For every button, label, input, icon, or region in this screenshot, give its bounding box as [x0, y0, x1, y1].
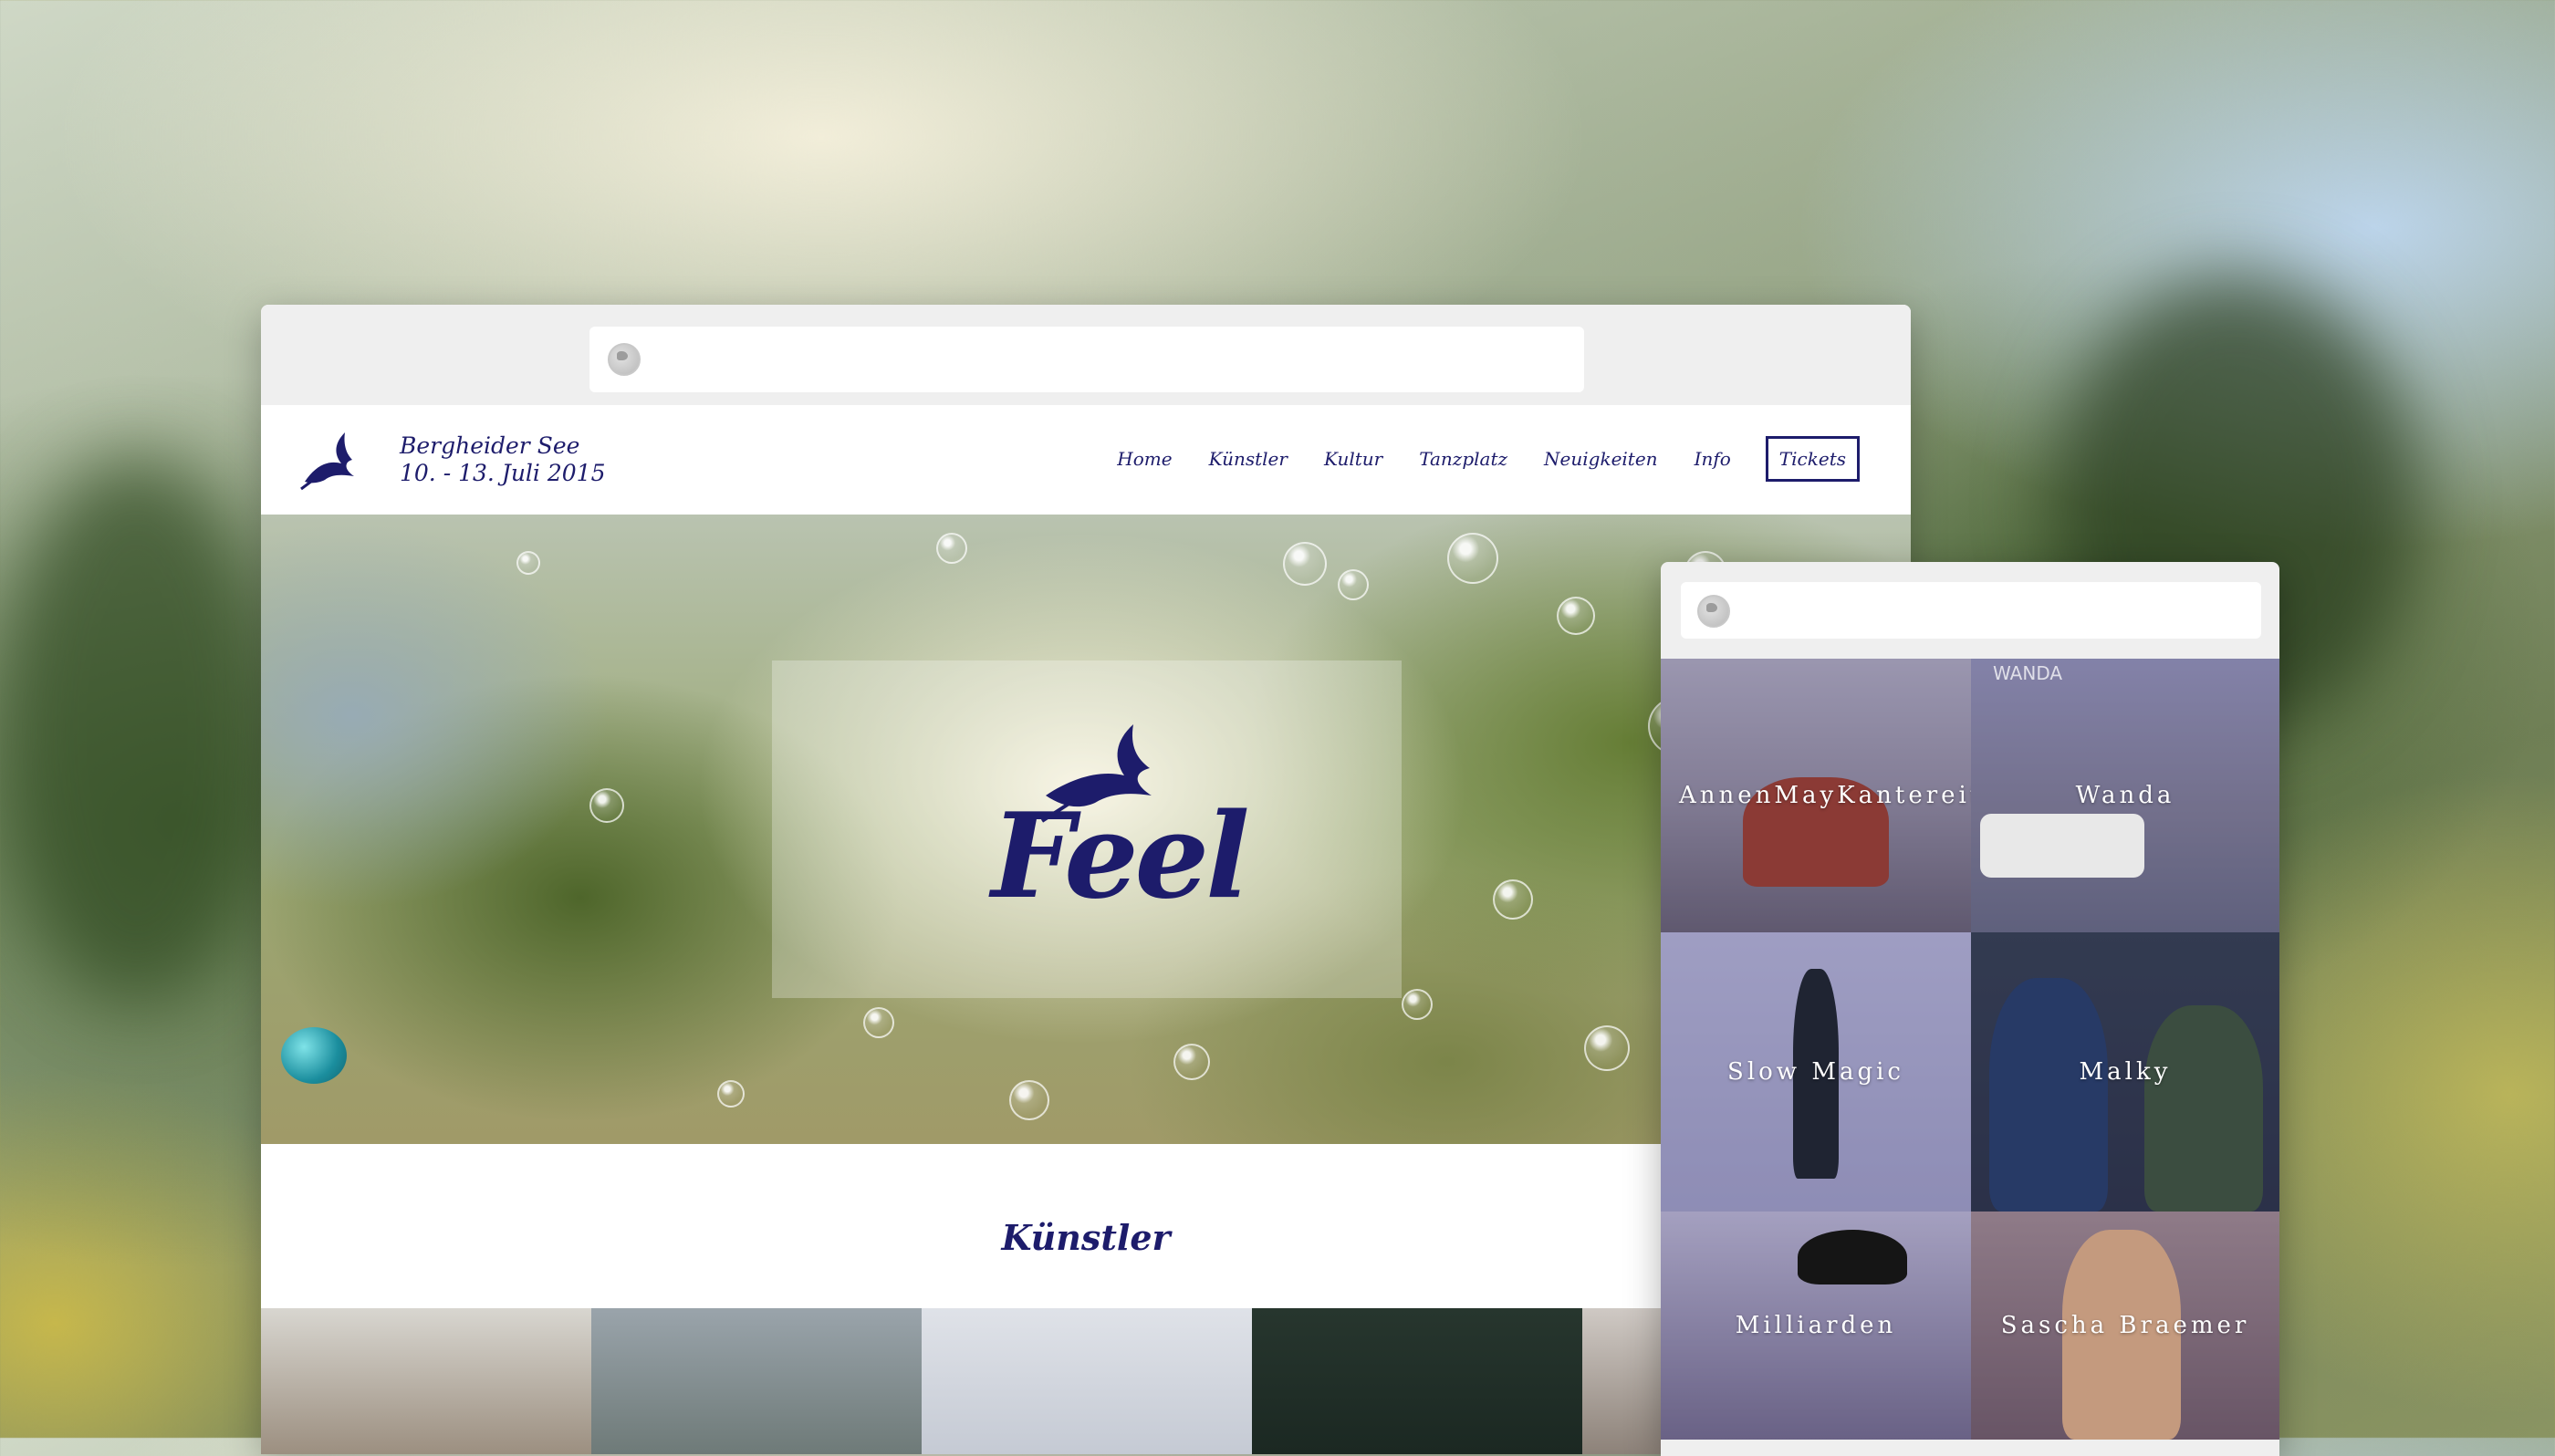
hero-title: Feel [991, 788, 1249, 925]
background-foliage [0, 456, 274, 1004]
main-nav: Home Künstler Kultur Tanzplatz Neuigkeit… [1080, 436, 1860, 482]
person-photo [2144, 1005, 2263, 1212]
artist-thumbnail[interactable] [922, 1308, 1252, 1454]
artist-tile-sascha-braemer[interactable]: Sascha Braemer [1971, 1212, 2279, 1440]
artist-grid: AnnenMayKantereit WANDA Wanda Slow Magic… [1661, 659, 2279, 1440]
nav-info[interactable]: Info [1695, 448, 1731, 470]
bubble [1402, 989, 1433, 1020]
artist-name: Milliarden [1735, 1312, 1897, 1339]
bubble [516, 551, 540, 575]
bubble [1009, 1080, 1049, 1120]
artist-tile-wanda[interactable]: WANDA Wanda [1971, 659, 2279, 932]
nav-tanzplatz[interactable]: Tanzplatz [1419, 448, 1507, 470]
artist-name: Sascha Braemer [2000, 1312, 2250, 1339]
nav-home[interactable]: Home [1117, 448, 1172, 470]
site-header: Bergheider See 10. - 13. Juli 2015 Home … [261, 405, 1911, 515]
artist-thumbnail[interactable] [261, 1308, 591, 1454]
artist-tile-slow-magic[interactable]: Slow Magic [1661, 932, 1971, 1212]
balloon [281, 1027, 347, 1084]
address-bar[interactable] [1681, 582, 2261, 639]
artist-tile-annenmaykantereit[interactable]: AnnenMayKantereit [1661, 659, 1971, 932]
bubble [1557, 597, 1595, 635]
browser-toolbar [261, 305, 1911, 405]
bubble [1493, 879, 1533, 920]
car-photo [1980, 814, 2144, 878]
bubble [589, 788, 624, 823]
bubble [863, 1007, 894, 1038]
event-location-date: Bergheider See 10. - 13. Juli 2015 [400, 432, 606, 487]
tickets-button[interactable]: Tickets [1765, 436, 1860, 482]
bubble [936, 533, 967, 564]
mobile-browser-window: AnnenMayKantereit WANDA Wanda Slow Magic… [1661, 562, 2279, 1456]
bubble [1447, 533, 1498, 584]
bubble [1173, 1044, 1210, 1080]
artist-name: Slow Magic [1727, 1058, 1904, 1086]
hat-photo [1798, 1230, 1907, 1284]
address-bar[interactable] [589, 327, 1584, 392]
bubble [1338, 569, 1369, 600]
artist-thumbnail[interactable] [1252, 1308, 1582, 1454]
artist-tile-milliarden[interactable]: Milliarden [1661, 1212, 1971, 1440]
venue-name: Bergheider See [400, 432, 580, 459]
globe-icon [1697, 595, 1730, 628]
event-dates: 10. - 13. Juli 2015 [400, 460, 606, 486]
globe-icon [608, 343, 641, 376]
nav-neuigkeiten[interactable]: Neuigkeiten [1544, 448, 1658, 470]
artist-name: Malky [2079, 1058, 2172, 1086]
artist-tile-malky[interactable]: Malky [1971, 932, 2279, 1212]
bubble [1584, 1025, 1630, 1071]
person-photo [1989, 978, 2108, 1212]
nav-kuenstler[interactable]: Künstler [1209, 448, 1288, 470]
artist-name: Wanda [2075, 782, 2175, 809]
bubble [1283, 542, 1327, 586]
artist-thumbnail[interactable] [591, 1308, 922, 1454]
artist-name: AnnenMayKantereit [1679, 782, 1971, 809]
swallow-bird-icon[interactable] [297, 429, 358, 493]
photo-caption: WANDA [1993, 662, 2063, 684]
nav-kultur[interactable]: Kultur [1324, 448, 1382, 470]
bubble [717, 1080, 745, 1108]
